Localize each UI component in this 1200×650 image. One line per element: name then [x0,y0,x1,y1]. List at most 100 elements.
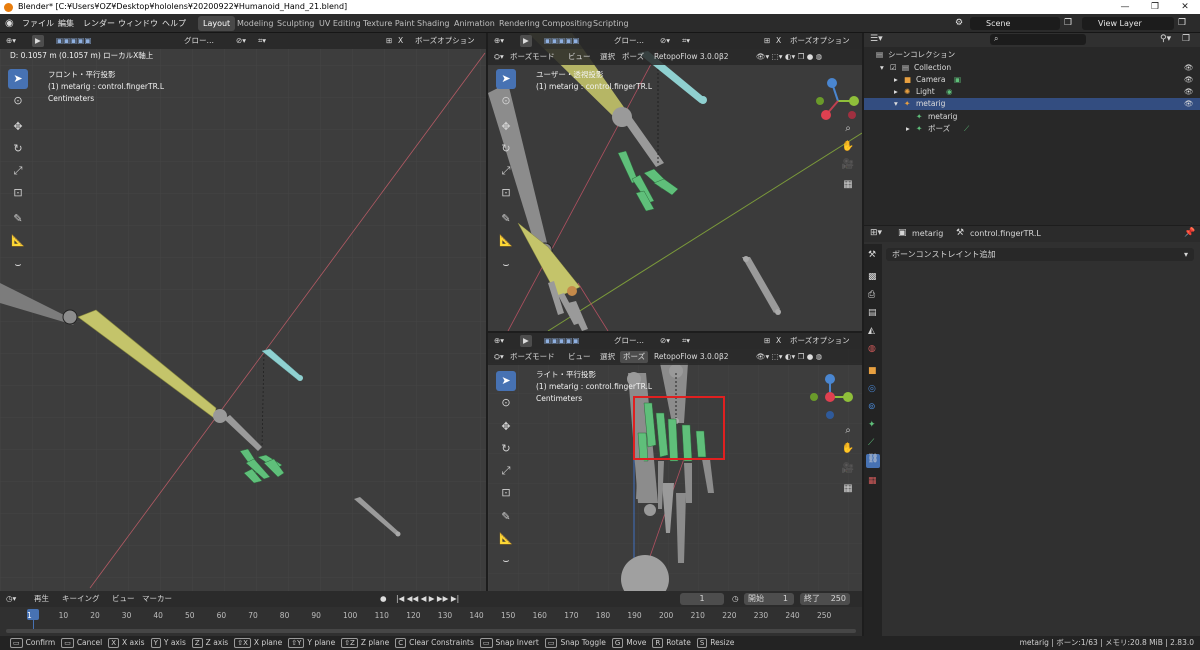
transform-orientation-dropdown[interactable]: グロー… [614,335,644,347]
retopoflow-menu[interactable]: RetopoFlow 3.0.0β2 [654,51,729,63]
menu-edit[interactable]: 編集 [58,17,74,30]
snap-icon[interactable]: ⌗▾ [682,335,690,347]
select-tool-icon[interactable]: ➤ [496,371,516,391]
menu-pose[interactable]: ポーズ [620,351,649,363]
outliner-row-scene-collection[interactable]: ▤ シーンコレクション [864,49,1200,61]
tab-layout[interactable]: Layout [198,16,236,31]
eye-icon[interactable]: 👁 [1184,62,1194,74]
menu-render[interactable]: レンダー [83,17,115,30]
move-tool-icon[interactable]: ✥ [8,117,28,137]
copy-scene-icon[interactable]: ❐ [1064,17,1072,30]
new-collection-icon[interactable]: ❐ [1182,34,1190,44]
bone-constraint-tab-icon[interactable]: ⛓ [866,454,880,468]
rotate-tool-icon[interactable]: ↻ [496,439,516,459]
pose-options-dropdown[interactable]: ボーズオプション [415,35,475,47]
outliner-row-pose[interactable]: ▸ ✦ ポーズ ⟋ [864,123,1200,135]
constraints-tab-icon[interactable]: ⊚ [868,402,876,412]
x-mirror-toggle[interactable]: X [776,35,781,47]
playback-controls[interactable]: |◀ ◀◀ ◀ ▶ ▶▶ ▶| [396,593,459,605]
zoom-icon[interactable]: ⌕ [840,121,856,137]
mode-icon[interactable]: ⛭▾ [494,351,504,363]
checkbox-icon[interactable]: ☑ [890,62,897,74]
eye-icon[interactable]: 👁 [1184,98,1194,110]
menu-window[interactable]: ウィンドウ [118,17,158,30]
output-tab-icon[interactable]: ⎙ [868,290,875,300]
scene-tab-icon[interactable]: ◭ [868,326,875,336]
visibility-icons[interactable]: 👁▾ ⬚▾ ◐▾ ❐ ● ◍ [756,351,822,363]
annotate-tool-icon[interactable]: ✎ [8,209,28,229]
select-mode-icon[interactable]: ▶ [32,35,44,47]
tool-tab-icon[interactable]: ⚒ [868,250,876,260]
scene-field[interactable]: Scene [970,17,1060,30]
pivot-icon[interactable]: ⊘▾ [236,35,246,47]
select-box-icons[interactable]: ▣▣▣▣▣ [544,35,579,47]
outliner-row-metarig[interactable]: ▾ ✦ metarig 👁 [864,98,1200,110]
measure-tool-icon[interactable]: 📐 [496,529,516,549]
expand-icon[interactable]: ▸ [894,74,898,86]
eye-icon[interactable]: 👁 [1184,74,1194,86]
pose-options-dropdown[interactable]: ボーズオプション [790,335,850,347]
menu-select[interactable]: 選択 [600,51,615,63]
expand-icon[interactable]: ▾ [894,98,898,110]
navigation-gizmo[interactable] [812,75,862,125]
blender-menu-icon[interactable]: ◉ [5,17,14,30]
start-frame-field[interactable]: 開始 1 [744,593,794,605]
pose-tool-icon[interactable]: ⌣ [496,255,516,275]
tab-sculpting[interactable]: Sculpting [272,16,319,31]
camera-view-icon[interactable]: 🎥 [840,157,856,173]
mode-dropdown[interactable]: ボーズモード [510,51,555,63]
render-tab-icon[interactable]: ▩ [868,272,877,282]
transform-tool-icon[interactable]: ⊡ [496,183,516,203]
scale-tool-icon[interactable]: ⤢ [8,161,28,181]
physics-tab-icon[interactable]: ◎ [868,384,876,394]
record-icon[interactable]: ● [380,593,387,605]
move-tool-icon[interactable]: ✥ [496,117,516,137]
viewport-front[interactable]: ⊕▾ ▶ ▣▣▣▣▣ グロー… ⊘▾ ⌗▾ ⊞ X ボーズオプション D: 0.… [0,33,486,591]
pose-tool-icon[interactable]: ⌣ [496,551,516,571]
expand-icon[interactable]: ▸ [906,123,910,135]
tab-texture-paint[interactable]: Texture Paint [358,16,420,31]
object-tab-icon[interactable]: ■ [868,366,877,376]
ortho-grid-icon[interactable]: ▦ [840,481,856,497]
pan-hand-icon[interactable]: ✋ [840,441,856,457]
properties-editor-icon[interactable]: ⊞▾ [870,228,882,238]
editor-type-icon[interactable]: ⊕▾ [6,35,16,47]
menu-view[interactable]: ビュー [568,351,591,363]
pan-hand-icon[interactable]: ✋ [840,139,856,155]
menu-keying[interactable]: キーイング [62,593,100,605]
scale-tool-icon[interactable]: ⤢ [496,161,516,181]
zoom-icon[interactable]: ⌕ [840,423,856,439]
transform-orientation-dropdown[interactable]: グロー… [184,35,214,47]
current-frame-field[interactable]: 1 [680,593,724,605]
cursor-tool-icon[interactable]: ⊙ [8,91,28,111]
move-tool-icon[interactable]: ✥ [496,417,516,437]
maximize-icon[interactable]: ❐ [1140,0,1170,14]
close-icon[interactable]: ✕ [1170,0,1200,14]
select-mode-icon[interactable]: ▶ [520,35,532,47]
select-tool-icon[interactable]: ➤ [496,69,516,89]
select-tool-icon[interactable]: ➤ [8,69,28,89]
transform-tool-icon[interactable]: ⊡ [8,183,28,203]
outliner-row-camera[interactable]: ▸ ■ Camera ▣ 👁 [864,74,1200,86]
annotate-tool-icon[interactable]: ✎ [496,209,516,229]
expand-icon[interactable]: ▸ [894,86,898,98]
outliner-row-collection[interactable]: ▾ ☑ ▤ Collection 👁 [864,62,1200,74]
timeline-editor-icon[interactable]: ◷▾ [6,593,16,605]
viewport-user-persp[interactable]: ⊕▾ ▶ ▣▣▣▣▣ グロー… ⊘▾ ⌗▾ ⊞ X ボーズオプション ⛭▾ ボー… [488,33,862,331]
retopoflow-menu[interactable]: RetopoFlow 3.0.0β2 [654,351,729,363]
menu-view[interactable]: ビュー [568,51,591,63]
x-mirror-toggle[interactable]: X [776,335,781,347]
snap-icon[interactable]: ⌗▾ [258,35,266,47]
end-frame-field[interactable]: 終了 250 [800,593,850,605]
gizmo-icon[interactable]: ⊞ [764,35,770,47]
menu-select[interactable]: 選択 [600,351,615,363]
view-layer-field[interactable]: View Layer [1082,17,1174,30]
scale-tool-icon[interactable]: ⤢ [496,461,516,481]
camera-view-icon[interactable]: 🎥 [840,461,856,477]
menu-file[interactable]: ファイル [22,17,54,30]
pivot-icon[interactable]: ⊘▾ [660,35,670,47]
add-bone-constraint-dropdown[interactable]: ボーンコンストレイント追加 ▾ [886,248,1194,261]
x-mirror-toggle[interactable]: X [398,35,403,47]
menu-view[interactable]: ビュー [112,593,135,605]
tab-scripting[interactable]: Scripting [588,16,634,31]
